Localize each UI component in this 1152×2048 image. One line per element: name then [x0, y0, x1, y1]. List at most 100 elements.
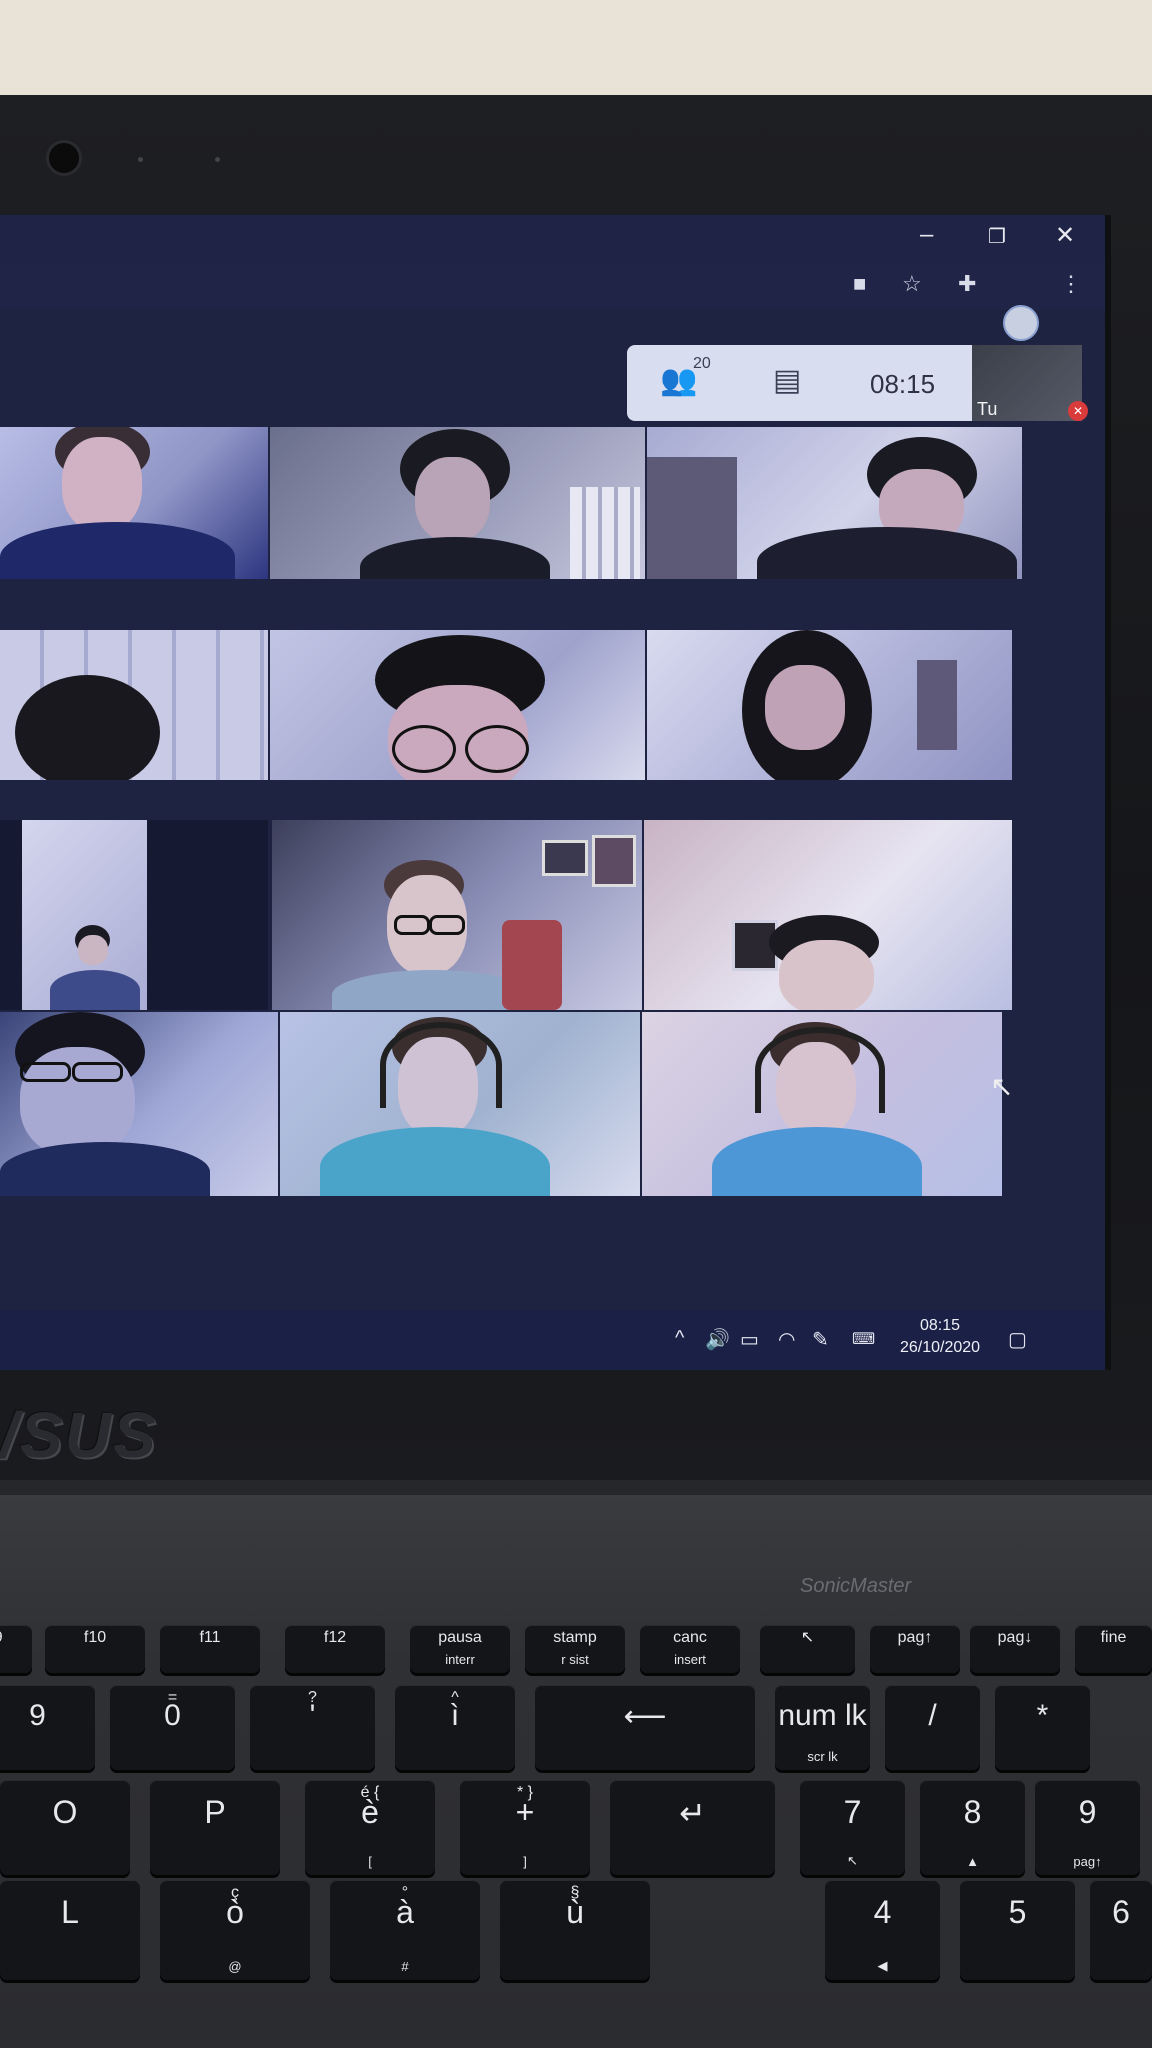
glasses — [72, 1062, 123, 1082]
laptop-screen: – ❐ ✕ ■ ☆ ✚ ⋮ 👥 20 ▤ 08:15 Tu ✕ ↖ ^ 🔊 ▭ … — [0, 215, 1111, 1370]
pen-icon[interactable]: ✎ — [812, 1327, 829, 1352]
key-main-label: ↵ — [679, 1795, 706, 1831]
body — [50, 970, 140, 1010]
keyboard-key[interactable]: fine — [1075, 1625, 1152, 1673]
body — [0, 522, 235, 579]
keyboard-key[interactable]: 8 ▲ — [920, 1780, 1025, 1875]
sensor-dot — [138, 157, 143, 162]
keyboard-key[interactable]: ^ ì — [395, 1685, 515, 1770]
key-main-label: 5 — [1008, 1894, 1027, 1930]
close-button[interactable]: ✕ — [1055, 221, 1075, 250]
participant-tile[interactable] — [280, 1012, 640, 1196]
minimize-button[interactable]: – — [920, 221, 933, 249]
participant-tile[interactable] — [642, 1012, 1002, 1196]
puzzle-icon[interactable]: ✚ — [958, 271, 976, 297]
keyboard-key[interactable]: 6 — [1090, 1880, 1152, 1980]
keyboard-key[interactable]: P — [150, 1780, 280, 1875]
keyboard-key[interactable]: num lk scr lk — [775, 1685, 870, 1770]
keyboard-key[interactable]: é {è[ — [305, 1780, 435, 1875]
keyboard-key[interactable]: ? ' — [250, 1685, 375, 1770]
keyboard-key[interactable]: ° à # — [330, 1880, 480, 1980]
participant-tile[interactable] — [0, 1012, 278, 1196]
keyboard-key[interactable]: canc insert — [640, 1625, 740, 1673]
keyboard-key[interactable]: § ù — [500, 1880, 650, 1980]
face — [776, 1042, 856, 1137]
keyboard-key[interactable]: = 0 — [110, 1685, 235, 1770]
keyboard-icon[interactable]: ⌨ — [852, 1329, 875, 1349]
key-main-label: * — [1036, 1699, 1049, 1732]
participant-tile[interactable] — [0, 820, 268, 1010]
key-main-label: 7 — [843, 1794, 862, 1830]
key-bottom-label: ] — [523, 1854, 527, 1869]
keyboard-key[interactable]: 9 pag↑ — [1035, 1780, 1140, 1875]
keyboard-key[interactable]: 7 ↖ — [800, 1780, 905, 1875]
camera-icon[interactable]: ■ — [853, 271, 866, 297]
picture-frame — [592, 835, 636, 887]
participant-tile[interactable] — [272, 820, 642, 1010]
browser-toolbar — [0, 263, 1105, 309]
taskbar-date: 26/10/2020 — [899, 1339, 981, 1356]
keyboard-key[interactable]: / — [885, 1685, 980, 1770]
keyboard-key[interactable]: * } +] — [460, 1780, 590, 1875]
keyboard-key[interactable]: pag↓ — [970, 1625, 1060, 1673]
battery-icon[interactable]: ▭ — [740, 1327, 759, 1352]
keyboard-key[interactable]: ↵ — [610, 1780, 775, 1875]
participant-tile[interactable] — [647, 630, 1012, 780]
body — [757, 527, 1017, 579]
chevron-up-icon[interactable]: ^ — [675, 1327, 684, 1350]
wifi-icon[interactable]: ◠ — [778, 1327, 795, 1352]
keyboard-key[interactable]: ç ò @ — [160, 1880, 310, 1980]
keyboard-key[interactable]: * — [995, 1685, 1090, 1770]
keyboard-key[interactable]: f9 — [0, 1625, 32, 1673]
more-icon[interactable]: ⋮ — [1060, 271, 1082, 297]
self-label: Tu — [977, 399, 998, 419]
radiator — [570, 487, 640, 579]
participant-tile[interactable] — [0, 630, 268, 780]
body — [360, 537, 550, 579]
key-bottom-label: # — [401, 1959, 409, 1974]
key-top-label: fine — [1100, 1629, 1127, 1646]
keyboard-key[interactable]: pag↑ — [870, 1625, 960, 1673]
keyboard-key[interactable]: ⟵ — [535, 1685, 755, 1770]
keyboard-key[interactable]: f12 — [285, 1625, 385, 1673]
chat-icon[interactable]: ▤ — [773, 363, 801, 398]
volume-icon[interactable]: 🔊 — [705, 1327, 730, 1352]
key-main-label: num lk — [778, 1699, 867, 1732]
notifications-icon[interactable]: ▢ — [1008, 1327, 1027, 1352]
key-main-label: ' — [309, 1699, 316, 1732]
key-main-label: 4 — [873, 1894, 892, 1930]
participant-tile[interactable] — [647, 427, 1022, 579]
key-bottom-label: @ — [228, 1959, 242, 1974]
mic-off-icon: ✕ — [1068, 401, 1088, 421]
keyboard-key[interactable]: L — [0, 1880, 140, 1980]
key-bottom-label: scr lk — [807, 1749, 838, 1764]
keyboard-key[interactable]: stamp r sist — [525, 1625, 625, 1673]
face — [62, 437, 142, 532]
keyboard-key[interactable]: 5 — [960, 1880, 1075, 1980]
avatar-icon[interactable] — [1003, 305, 1039, 341]
key-bottom-label: ◀ — [877, 1958, 888, 1973]
keyboard-key[interactable]: pausa interr — [410, 1625, 510, 1673]
people-icon[interactable]: 👥 — [660, 363, 697, 398]
keyboard-key[interactable]: 9 — [0, 1685, 95, 1770]
key-main-label: O — [52, 1794, 78, 1830]
mouse-pointer: ↖ — [990, 1071, 1014, 1102]
body — [320, 1127, 550, 1196]
participant-tile[interactable] — [270, 427, 645, 579]
star-icon[interactable]: ☆ — [902, 271, 922, 297]
participant-tile[interactable] — [644, 820, 1012, 1010]
keyboard-key[interactable]: O — [0, 1780, 130, 1875]
participant-tile[interactable] — [270, 630, 645, 780]
participant-tile[interactable] — [0, 427, 268, 579]
keyboard-key[interactable]: 4 ◀ — [825, 1880, 940, 1980]
keyboard-key[interactable]: ↖ — [760, 1625, 855, 1673]
key-bottom-label: insert — [674, 1652, 706, 1667]
taskbar-clock[interactable]: 08:15 26/10/2020 — [880, 1315, 1000, 1359]
poster — [917, 660, 957, 750]
restore-button[interactable]: ❐ — [988, 224, 1006, 249]
keyboard-key[interactable]: f11 — [160, 1625, 260, 1673]
keyboard-key[interactable]: f10 — [45, 1625, 145, 1673]
key-main-label: 6 — [1112, 1894, 1130, 1930]
key-main-label: 9 — [1078, 1794, 1097, 1830]
key-main-label: ì — [450, 1699, 460, 1732]
